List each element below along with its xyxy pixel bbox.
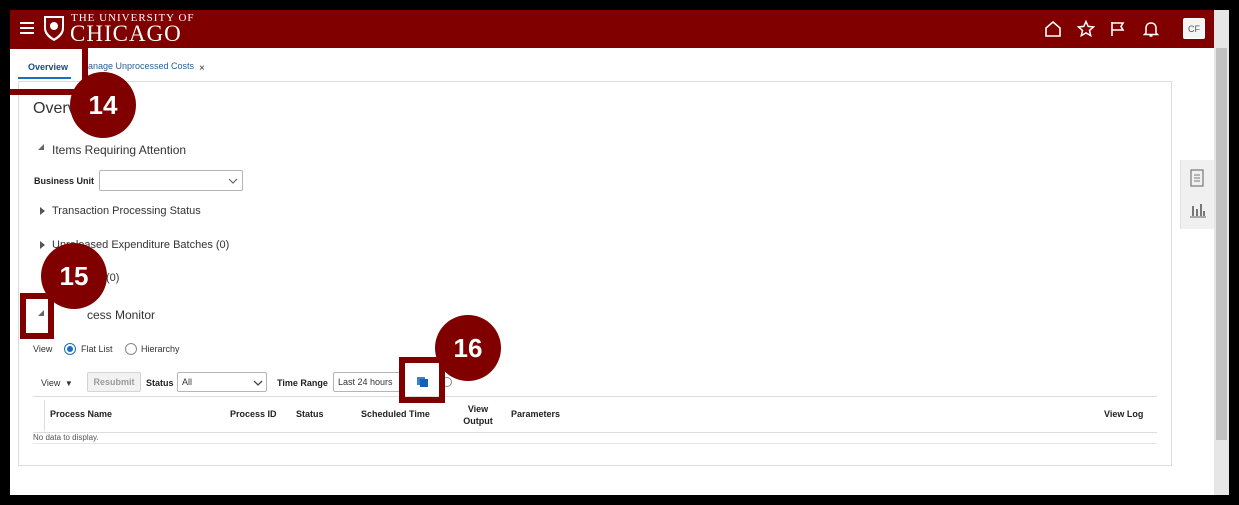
side-tray: [1180, 160, 1214, 229]
hierarchy-radio[interactable]: [125, 343, 137, 355]
avatar[interactable]: CF: [1183, 18, 1205, 39]
flat-list-radio[interactable]: [64, 343, 76, 355]
scrollbar-thumb[interactable]: [1216, 48, 1227, 440]
time-range-select[interactable]: Last 24 hours: [333, 372, 403, 392]
bar-chart-icon[interactable]: [1189, 202, 1207, 218]
crest-logo: [44, 16, 64, 41]
tab-manage-unprocessed-costs[interactable]: anage Unprocessed Costs: [88, 61, 194, 71]
table-header-border: [33, 432, 1157, 433]
column-header-process-name[interactable]: Process Name: [50, 409, 112, 419]
home-icon[interactable]: [1043, 19, 1063, 39]
status-select-value: All: [182, 377, 193, 387]
process-monitor-heading[interactable]: cess Monitor: [87, 308, 155, 322]
annotation-badge-14: 14: [70, 72, 136, 138]
resubmit-button[interactable]: Resubmit: [87, 372, 141, 392]
partially-hidden-row[interactable]: (0): [106, 272, 119, 284]
annotation-badge-16: 16: [435, 315, 501, 381]
column-header-process-id[interactable]: Process ID: [230, 409, 277, 419]
business-unit-select[interactable]: [99, 170, 243, 191]
status-label: Status: [146, 378, 174, 388]
column-header-view-log[interactable]: View Log: [1104, 409, 1143, 419]
column-header-status[interactable]: Status: [296, 409, 324, 419]
chevron-down-icon: [228, 178, 238, 184]
view-menu-label: View: [41, 378, 61, 388]
collapse-triangle-icon[interactable]: [38, 144, 44, 150]
app-window: THE UNIVERSITY OF CHICAGO CF Overview an…: [10, 10, 1229, 495]
document-icon[interactable]: [1190, 169, 1204, 187]
items-requiring-attention-heading[interactable]: Items Requiring Attention: [52, 143, 186, 157]
table-empty-message: No data to display.: [33, 433, 99, 442]
overview-panel: [18, 81, 1172, 466]
annotation-box-process-monitor-toggle: [20, 293, 54, 339]
time-range-label: Time Range: [277, 378, 328, 388]
column-header-view-output[interactable]: View Output: [460, 403, 496, 427]
expand-triangle-icon[interactable]: [40, 241, 45, 249]
expand-triangle-icon[interactable]: [40, 207, 45, 215]
bell-icon[interactable]: [1141, 19, 1161, 39]
hierarchy-label: Hierarchy: [141, 344, 180, 354]
flat-list-label: Flat List: [81, 344, 113, 354]
table-selector-column: [44, 400, 45, 431]
status-select[interactable]: All: [177, 372, 267, 392]
menu-icon[interactable]: [20, 22, 34, 34]
transaction-processing-status-row[interactable]: Transaction Processing Status: [52, 205, 201, 217]
star-icon[interactable]: [1076, 19, 1096, 39]
tab-close-icon[interactable]: ×: [199, 63, 205, 74]
table-top-border: [33, 396, 1157, 397]
annotation-badge-15: 15: [41, 243, 107, 309]
business-unit-label: Business Unit: [34, 176, 95, 186]
chevron-down-icon: [253, 380, 263, 386]
view-label: View: [33, 344, 53, 354]
dropdown-arrow-icon: ▼: [64, 379, 73, 388]
global-header: THE UNIVERSITY OF CHICAGO CF: [10, 10, 1229, 48]
column-header-scheduled-time[interactable]: Scheduled Time: [361, 409, 430, 419]
time-range-select-value: Last 24 hours: [338, 377, 393, 387]
column-header-parameters[interactable]: Parameters: [511, 409, 560, 419]
flag-icon[interactable]: [1108, 19, 1128, 39]
table-bottom-border: [33, 443, 1157, 444]
view-menu-button[interactable]: View ▼: [41, 378, 73, 388]
